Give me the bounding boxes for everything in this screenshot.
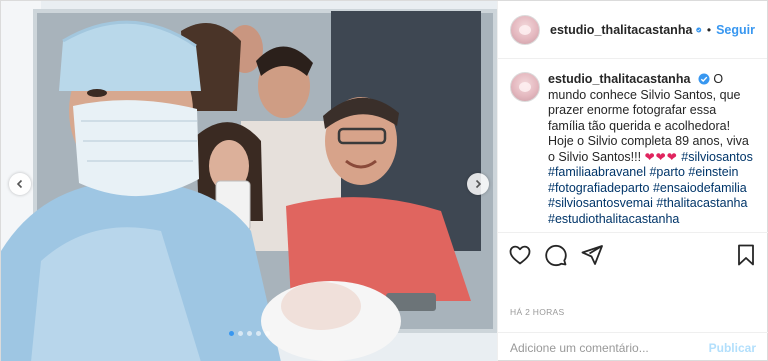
carousel-dot (255, 331, 261, 336)
share-icon[interactable] (580, 243, 604, 267)
carousel-next-button[interactable] (467, 173, 489, 195)
hashtag-link[interactable]: #einstein (688, 165, 738, 179)
carousel-dot (237, 331, 243, 336)
action-bar (498, 232, 768, 276)
chevron-right-icon (475, 179, 482, 189)
verified-badge-icon (696, 26, 702, 33)
carousel-dot (246, 331, 252, 336)
caption-text: estudio_thalitacastanha O mundo conhece … (548, 72, 756, 230)
hashtag-link[interactable]: #ensaiodefamilia (653, 181, 747, 195)
author-username[interactable]: estudio_thalitacastanha (550, 23, 692, 37)
carousel-dot (228, 331, 234, 336)
hashtag-link[interactable]: #silviosantos (681, 150, 753, 164)
publish-button[interactable]: Publicar (709, 341, 756, 355)
hashtag-link[interactable]: #parto (649, 165, 684, 179)
post-media[interactable] (1, 1, 497, 361)
caption-hearts: ❤❤❤ (644, 149, 678, 164)
carousel-prev-button[interactable] (9, 173, 31, 195)
hashtag-link[interactable]: #thalitacastanha (656, 196, 747, 210)
post-photo (1, 1, 497, 361)
comment-bar: Publicar (498, 332, 768, 361)
caption-username[interactable]: estudio_thalitacastanha (548, 72, 690, 86)
hashtag-link[interactable]: #familiaabravanel (548, 165, 646, 179)
follow-button[interactable]: Seguir (716, 23, 755, 37)
carousel-dot (264, 331, 270, 336)
separator-dot: • (706, 22, 712, 37)
post-timestamp[interactable]: HÁ 2 HORAS (510, 307, 565, 317)
hashtag-link[interactable]: #estudiothalitacastanha (548, 212, 679, 226)
caption-section: estudio_thalitacastanha O mundo conhece … (498, 60, 768, 230)
verified-badge-icon (698, 73, 710, 85)
chevron-left-icon (16, 179, 23, 189)
instagram-post: estudio_thalitacastanha • Seguir estudio… (0, 0, 768, 361)
hashtag-link[interactable]: #fotografiadeparto (548, 181, 649, 195)
avatar[interactable] (510, 14, 540, 45)
hashtag-link[interactable]: #silviosantosvemai (548, 196, 653, 210)
bookmark-icon[interactable] (734, 243, 758, 267)
comment-input[interactable] (510, 340, 709, 355)
comment-icon[interactable] (544, 243, 568, 267)
heart-icon[interactable] (508, 243, 532, 267)
post-header: estudio_thalitacastanha • Seguir (498, 1, 767, 59)
caption-avatar[interactable] (510, 72, 540, 102)
carousel-indicator (1, 331, 497, 336)
post-side-panel: estudio_thalitacastanha • Seguir estudio… (497, 1, 768, 361)
